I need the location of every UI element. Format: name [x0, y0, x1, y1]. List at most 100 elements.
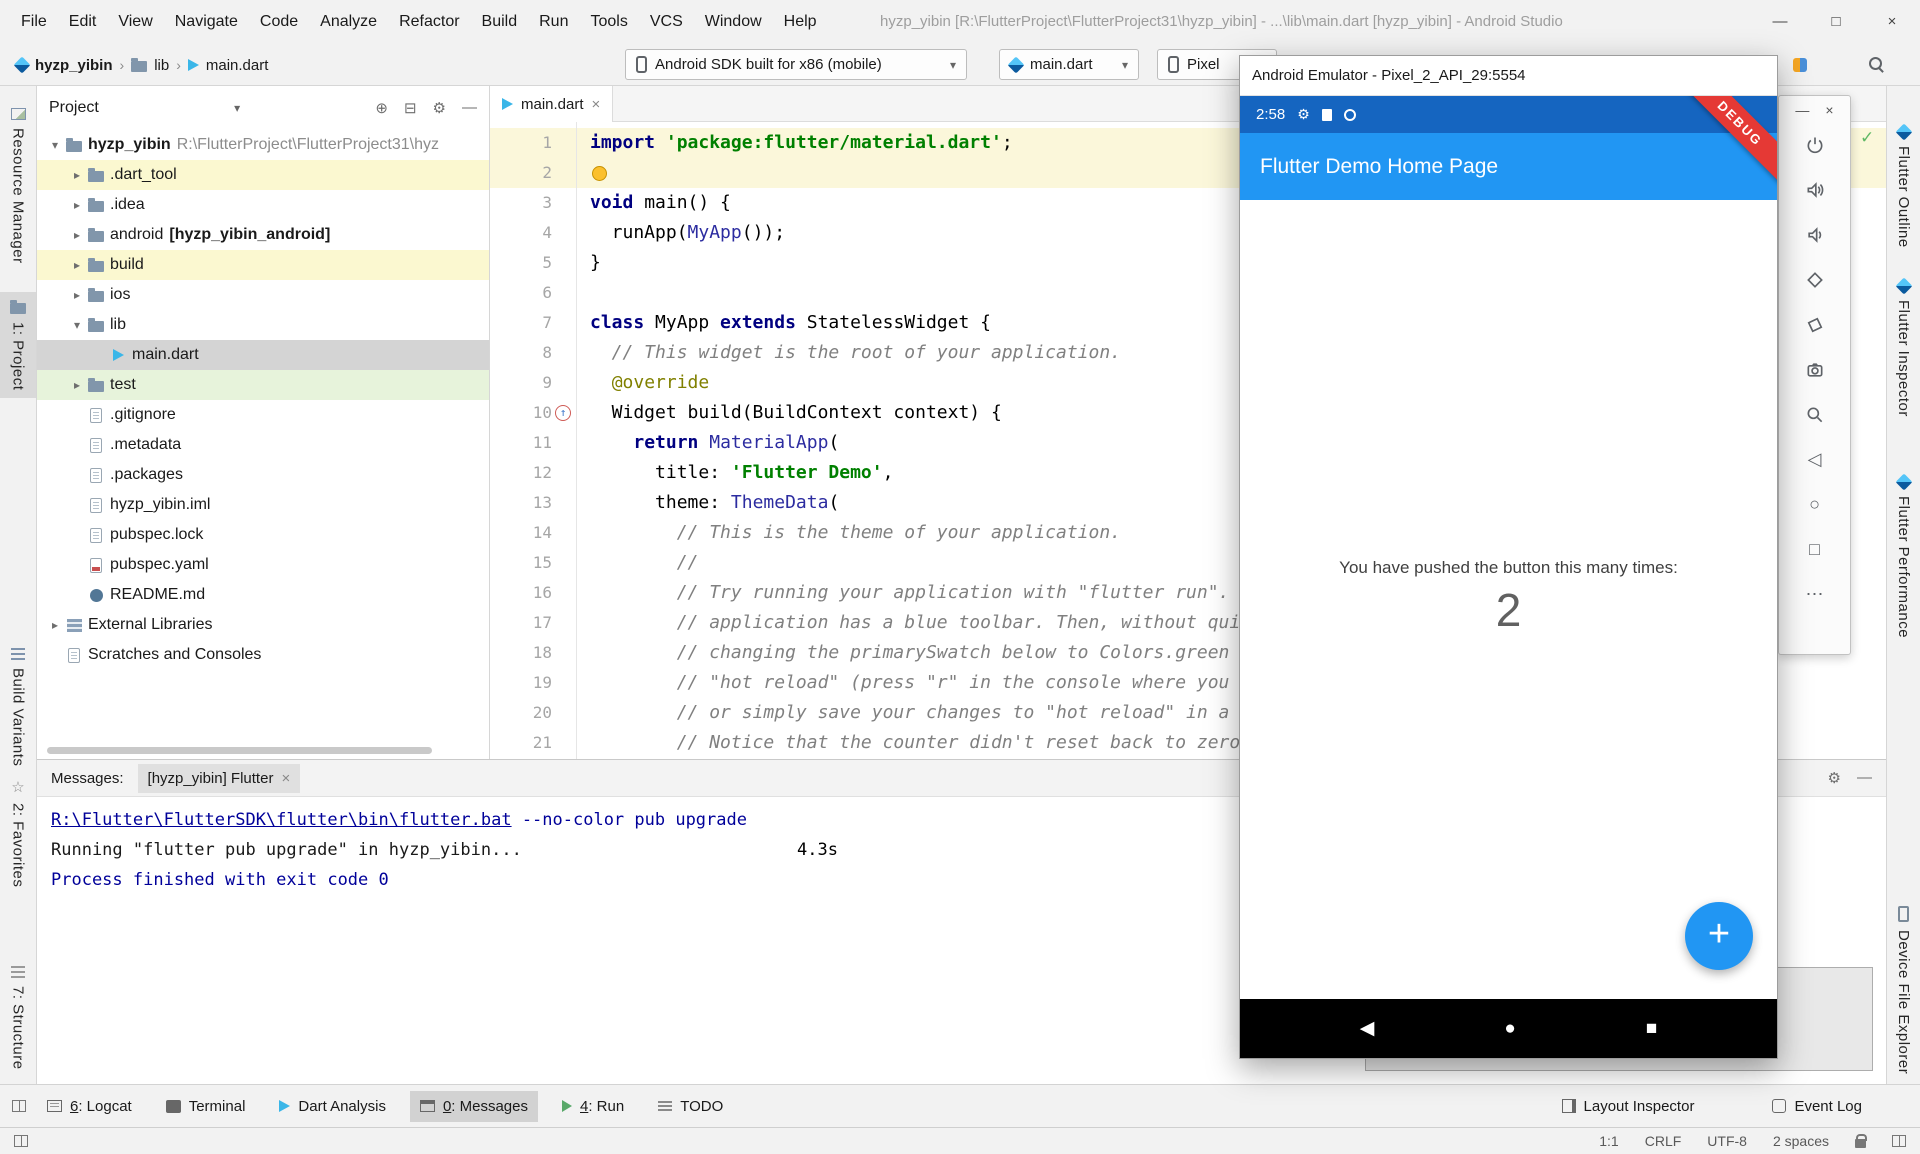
zoom-icon[interactable] [1779, 392, 1850, 437]
status-2-spaces[interactable]: 2 spaces [1773, 1133, 1829, 1149]
menu-item-vcs[interactable]: VCS [639, 0, 694, 44]
menu-item-refactor[interactable]: Refactor [388, 0, 470, 44]
collapse-all-icon[interactable]: ⊟ [404, 99, 417, 117]
menu-item-file[interactable]: File [10, 0, 58, 44]
overview-icon[interactable]: □ [1779, 527, 1850, 572]
tree-expand-arrow[interactable]: ▸ [69, 288, 85, 302]
tree-expand-arrow[interactable]: ▸ [69, 168, 85, 182]
close-icon[interactable]: × [281, 770, 290, 787]
intention-bulb-icon[interactable] [592, 166, 607, 181]
tree-row--dart_tool[interactable]: ▸.dart_tool [37, 160, 489, 190]
volume-up-icon[interactable] [1779, 167, 1850, 212]
tree-expand-arrow[interactable]: ▾ [47, 138, 63, 152]
locate-icon[interactable]: ⊕ [375, 99, 388, 117]
editor-tab-main-dart[interactable]: main.dart × [490, 86, 613, 122]
tool-button-2-favorites[interactable]: ☆2: Favorites [0, 772, 36, 895]
screenshot-camera-icon[interactable] [1779, 347, 1850, 392]
minimize-icon[interactable]: — [1752, 0, 1808, 44]
tool-button-flutter-performance[interactable]: Flutter Performance [1887, 468, 1920, 646]
tool-window-switcher-icon[interactable] [0, 1097, 37, 1115]
tree-row-pubspec-lock[interactable]: pubspec.lock [37, 520, 489, 550]
tree-row-lib[interactable]: ▾lib [37, 310, 489, 340]
horizontal-scrollbar[interactable] [47, 747, 432, 754]
menu-item-build[interactable]: Build [471, 0, 529, 44]
tree-expand-arrow[interactable]: ▸ [69, 228, 85, 242]
tool-button-dart-analysis[interactable]: Dart Analysis [269, 1091, 396, 1122]
tool-button-flutter-inspector[interactable]: Flutter Inspector [1887, 272, 1920, 425]
tool-button-0-messages[interactable]: 0: Messages [410, 1091, 538, 1122]
status-utf-8[interactable]: UTF-8 [1707, 1133, 1747, 1149]
tool-button-4-run[interactable]: 4: Run [552, 1091, 634, 1122]
tool-button-device-file-explorer[interactable]: Device File Explorer [1887, 898, 1920, 1082]
tree-row-hyzp_yibin-iml[interactable]: hyzp_yibin.iml [37, 490, 489, 520]
tool-button-resource-manager[interactable]: Resource Manager [0, 100, 36, 272]
tree-row--gitignore[interactable]: .gitignore [37, 400, 489, 430]
maximize-icon[interactable]: □ [1808, 0, 1864, 44]
close-icon[interactable]: × [592, 96, 601, 113]
tree-expand-arrow[interactable]: ▸ [47, 618, 63, 632]
breadcrumb-item-hyzp_yibin[interactable]: hyzp_yibin [35, 57, 113, 74]
tree-row-scratches-and-consoles[interactable]: Scratches and Consoles [37, 640, 489, 670]
emulator-minimize-icon[interactable]: — [1795, 102, 1809, 118]
tree-row-main-dart[interactable]: main.dart [37, 340, 489, 370]
console-link[interactable]: R:\Flutter\FlutterSDK\flutter\bin\flutte… [51, 810, 512, 830]
menu-item-edit[interactable]: Edit [58, 0, 108, 44]
tree-expand-arrow[interactable]: ▾ [69, 318, 85, 332]
tree-row--packages[interactable]: .packages [37, 460, 489, 490]
tree-expand-arrow[interactable]: ▸ [69, 378, 85, 392]
tool-button-terminal[interactable]: Terminal [156, 1091, 256, 1122]
rotate-right-icon[interactable] [1779, 302, 1850, 347]
tool-button-1-project[interactable]: 1: Project [0, 292, 36, 398]
plugin-icon[interactable] [1793, 58, 1807, 72]
tree-row-hyzp_yibin[interactable]: ▾hyzp_yibin R:\FlutterProject\FlutterPro… [37, 130, 489, 160]
nav-overview-icon[interactable]: ■ [1646, 1018, 1657, 1040]
messages-tab-flutter[interactable]: [hyzp_yibin] Flutter × [138, 764, 301, 793]
device-selector[interactable]: Android SDK built for x86 (mobile) ▾ [625, 49, 967, 80]
nav-home-icon[interactable]: ● [1504, 1018, 1515, 1040]
power-icon[interactable] [1779, 122, 1850, 167]
tool-button-event-log[interactable]: Event Log [1762, 1091, 1872, 1122]
tree-row--idea[interactable]: ▸.idea [37, 190, 489, 220]
menu-item-window[interactable]: Window [694, 0, 773, 44]
run-config-selector[interactable]: main.dart ▾ [999, 49, 1139, 80]
status-1-1[interactable]: 1:1 [1599, 1133, 1618, 1149]
hide-panel-icon[interactable]: — [462, 99, 477, 117]
nav-back-icon[interactable]: ◀ [1360, 1017, 1375, 1040]
menu-item-code[interactable]: Code [249, 0, 309, 44]
back-icon[interactable]: ◁ [1779, 437, 1850, 482]
fab-button[interactable]: + [1685, 902, 1753, 970]
tool-button-todo[interactable]: TODO [648, 1091, 733, 1122]
menu-item-view[interactable]: View [107, 0, 163, 44]
menu-item-navigate[interactable]: Navigate [164, 0, 249, 44]
gear-icon[interactable]: ⚙ [433, 99, 446, 117]
tree-row-build[interactable]: ▸build [37, 250, 489, 280]
search-icon[interactable] [1868, 56, 1886, 74]
emulator-close-icon[interactable]: × [1825, 102, 1833, 118]
tree-row-external-libraries[interactable]: ▸External Libraries [37, 610, 489, 640]
breadcrumb-item-lib[interactable]: lib [154, 57, 169, 74]
breadcrumb-item-main-dart[interactable]: main.dart [206, 57, 269, 74]
tool-button-layout-inspector[interactable]: Layout Inspector [1552, 1091, 1705, 1122]
tool-button-7-structure[interactable]: 7: Structure [0, 958, 36, 1078]
menu-item-tools[interactable]: Tools [579, 0, 638, 44]
menu-item-run[interactable]: Run [528, 0, 579, 44]
menu-item-help[interactable]: Help [773, 0, 828, 44]
home-icon[interactable]: ○ [1779, 482, 1850, 527]
rotate-left-icon[interactable] [1779, 257, 1850, 302]
gear-icon[interactable]: ⚙ [1828, 769, 1841, 787]
tool-button-6-logcat[interactable]: 6: Logcat [37, 1091, 142, 1122]
tool-button-build-variants[interactable]: Build Variants [0, 640, 36, 774]
hide-panel-icon[interactable]: — [1857, 769, 1872, 787]
emulator-title-bar[interactable]: Android Emulator - Pixel_2_API_29:5554 [1240, 56, 1777, 96]
close-icon[interactable]: × [1864, 0, 1920, 44]
tree-row-pubspec-yaml[interactable]: pubspec.yaml [37, 550, 489, 580]
tree-expand-arrow[interactable]: ▸ [69, 198, 85, 212]
more-icon[interactable]: ⋯ [1779, 572, 1850, 617]
status-crlf[interactable]: CRLF [1645, 1133, 1682, 1149]
tree-row-test[interactable]: ▸test [37, 370, 489, 400]
tree-row-android[interactable]: ▸android [hyzp_yibin_android] [37, 220, 489, 250]
tree-expand-arrow[interactable]: ▸ [69, 258, 85, 272]
tree-row-ios[interactable]: ▸ios [37, 280, 489, 310]
override-marker-icon[interactable]: ↑ [555, 405, 571, 421]
volume-down-icon[interactable] [1779, 212, 1850, 257]
